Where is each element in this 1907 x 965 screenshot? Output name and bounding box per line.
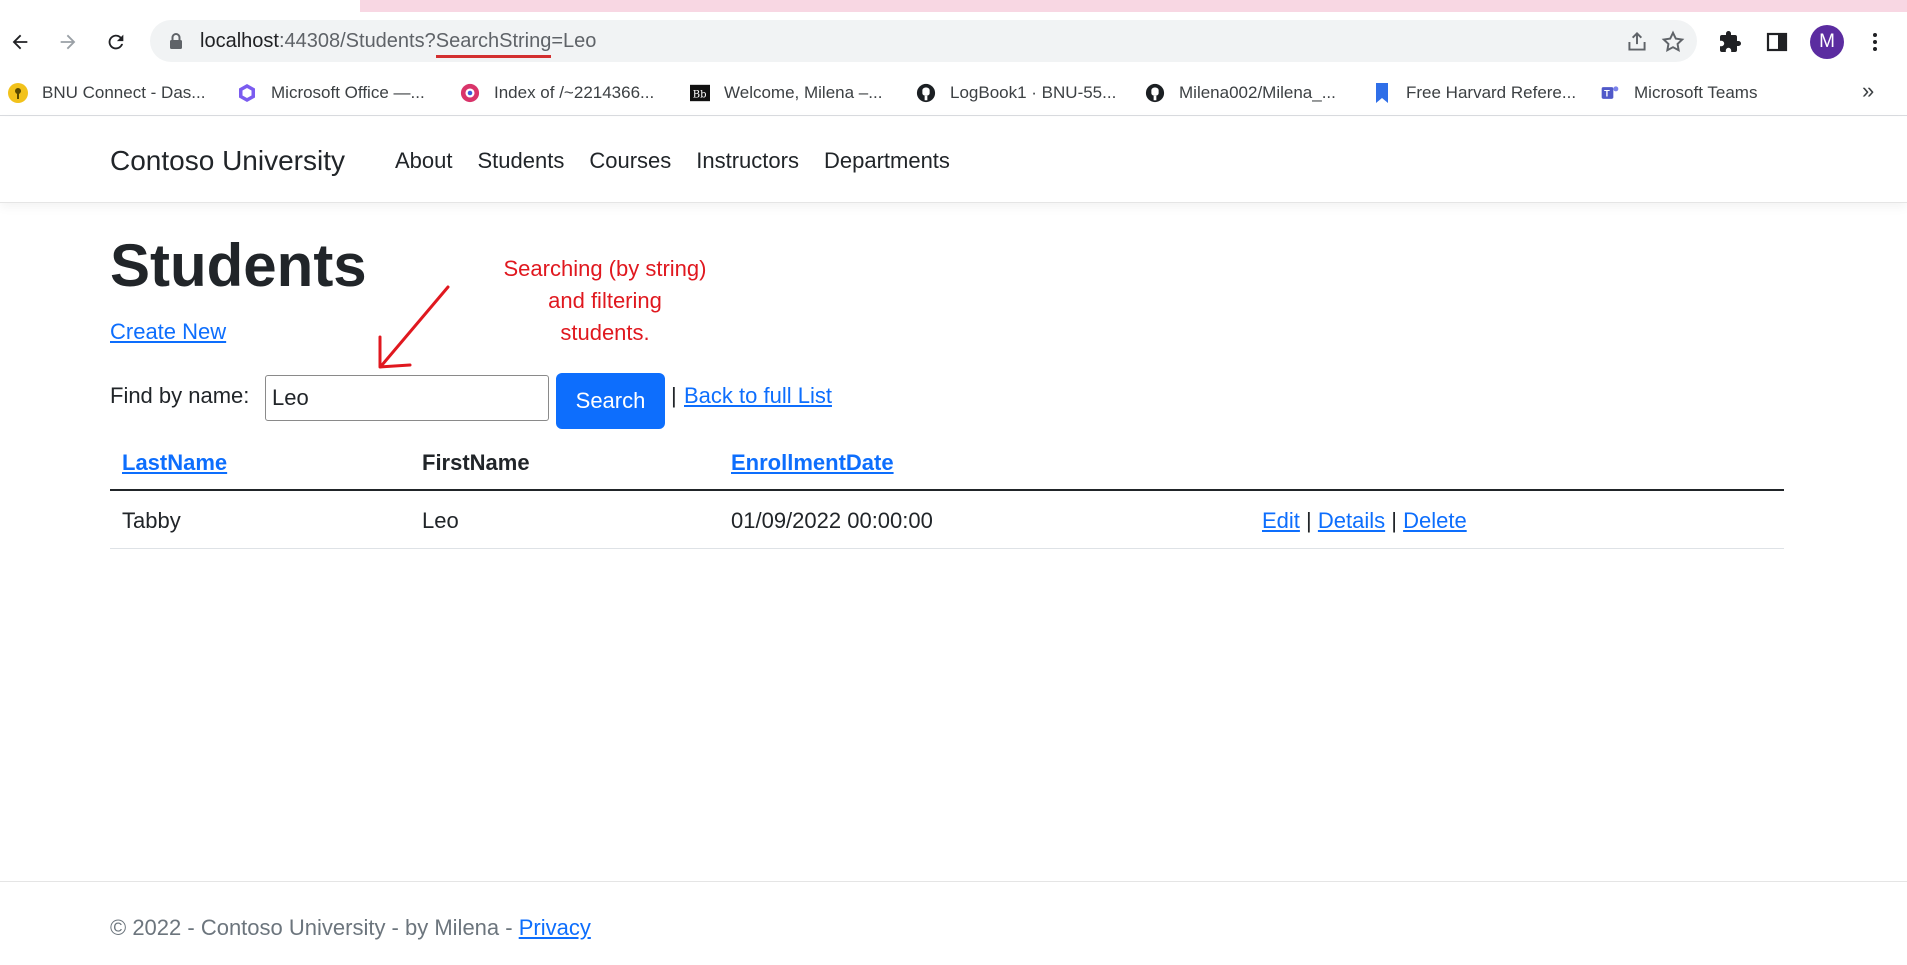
bookmarks-overflow-button[interactable]: » bbox=[1862, 78, 1874, 104]
annotation-line: Searching (by string) bbox=[503, 256, 707, 281]
annotation-line: students. bbox=[560, 320, 650, 345]
bookmark-bnu-connect[interactable]: BNU Connect - Das... bbox=[8, 82, 205, 104]
teams-icon: T bbox=[1600, 83, 1620, 103]
forward-arrow-icon[interactable] bbox=[52, 26, 84, 58]
tab-strip bbox=[0, 0, 1907, 14]
search-button[interactable]: Search bbox=[556, 373, 665, 429]
reload-icon[interactable] bbox=[100, 26, 132, 58]
annotation-line: and filtering bbox=[548, 288, 662, 313]
key-icon bbox=[8, 83, 28, 103]
svg-text:Bb: Bb bbox=[693, 90, 707, 101]
blackboard-icon: Bb bbox=[690, 83, 710, 103]
bookmark-microsoft-office[interactable]: Microsoft Office —... bbox=[237, 82, 425, 104]
side-panel-icon[interactable] bbox=[1762, 27, 1792, 57]
office-icon bbox=[237, 83, 257, 103]
details-link[interactable]: Details bbox=[1318, 508, 1385, 533]
nav-link-courses[interactable]: Courses bbox=[589, 148, 671, 174]
profile-avatar[interactable]: M bbox=[1810, 25, 1844, 59]
share-icon[interactable] bbox=[1624, 29, 1650, 55]
separator: | bbox=[671, 383, 677, 408]
bookmark-icon bbox=[1372, 83, 1392, 103]
nav-link-about[interactable]: About bbox=[395, 148, 453, 174]
url-param-underlined: SearchString bbox=[435, 30, 552, 52]
create-new-link[interactable]: Create New bbox=[110, 319, 226, 345]
bookmark-label: Milena002/Milena_... bbox=[1179, 83, 1336, 102]
bookmark-logbook1[interactable]: LogBook1 · BNU-55... bbox=[916, 82, 1116, 104]
cell-enrollmentdate: 01/09/2022 00:00:00 bbox=[731, 508, 933, 533]
annotation-arrow-icon bbox=[378, 285, 450, 369]
annotation-note: Searching (by string) and filtering stud… bbox=[470, 253, 740, 349]
site-navbar: Contoso University About Students Course… bbox=[0, 117, 1907, 203]
github-icon bbox=[916, 83, 936, 103]
column-header-firstname: FirstName bbox=[422, 450, 530, 475]
bookmark-label: LogBook1 · BNU-55... bbox=[950, 83, 1117, 102]
page-title: Students bbox=[110, 232, 367, 299]
action-separator: | bbox=[1391, 508, 1397, 533]
url-text[interactable]: localhost:44308/Students?SearchString=Le… bbox=[200, 30, 596, 53]
url-host: localhost bbox=[200, 30, 279, 52]
cell-firstname: Leo bbox=[422, 508, 459, 533]
nav-link-instructors[interactable]: Instructors bbox=[696, 148, 799, 174]
site-footer: © 2022 - Contoso University - by Milena … bbox=[0, 881, 1907, 965]
search-input[interactable] bbox=[265, 375, 549, 421]
privacy-link[interactable]: Privacy bbox=[519, 915, 591, 940]
action-separator: | bbox=[1306, 508, 1312, 533]
bookmark-index-of[interactable]: Index of /~2214366... bbox=[460, 82, 654, 104]
row-actions: Edit | Details | Delete bbox=[1262, 508, 1467, 534]
active-tab[interactable] bbox=[360, 0, 1907, 12]
column-header-enrollmentdate[interactable]: EnrollmentDate bbox=[731, 450, 894, 476]
bookmark-label: Index of /~2214366... bbox=[494, 83, 655, 102]
back-arrow-icon[interactable] bbox=[4, 26, 36, 58]
table-header-row: LastName FirstName EnrollmentDate bbox=[110, 433, 1784, 491]
svg-text:T: T bbox=[1604, 88, 1610, 98]
bookmark-label: BNU Connect - Das... bbox=[42, 83, 206, 102]
address-bar[interactable]: localhost:44308/Students?SearchString=Le… bbox=[150, 20, 1697, 62]
footer-text: © 2022 - Contoso University - by Milena … bbox=[110, 915, 591, 941]
bookmark-microsoft-teams[interactable]: T Microsoft Teams bbox=[1600, 82, 1757, 104]
nav-link-students[interactable]: Students bbox=[478, 148, 565, 174]
browser-toolbar: localhost:44308/Students?SearchString=Le… bbox=[0, 14, 1907, 70]
bookmark-label: Microsoft Office —... bbox=[271, 83, 425, 102]
lock-icon[interactable] bbox=[168, 32, 184, 50]
back-to-full-list-link[interactable]: Back to full List bbox=[684, 383, 832, 409]
bookmark-free-harvard[interactable]: Free Harvard Refere... bbox=[1372, 82, 1576, 104]
url-value: =Leo bbox=[551, 30, 597, 52]
edit-link[interactable]: Edit bbox=[1262, 508, 1300, 533]
bookmark-welcome-milena[interactable]: Bb Welcome, Milena –... bbox=[690, 82, 882, 104]
table-row: Tabby Leo 01/09/2022 00:00:00 Edit | Det… bbox=[110, 491, 1784, 549]
delete-link[interactable]: Delete bbox=[1403, 508, 1467, 533]
column-header-lastname[interactable]: LastName bbox=[122, 450, 227, 476]
nav-links: About Students Courses Instructors Depar… bbox=[395, 148, 950, 174]
web-page: Contoso University About Students Course… bbox=[0, 117, 1907, 965]
nav-link-departments[interactable]: Departments bbox=[824, 148, 950, 174]
bookmark-label: Free Harvard Refere... bbox=[1406, 83, 1577, 102]
globe-icon bbox=[460, 83, 480, 103]
extensions-icon[interactable] bbox=[1715, 27, 1745, 57]
github-icon bbox=[1145, 83, 1165, 103]
url-path: :44308/Students? bbox=[278, 30, 436, 52]
copyright-text: © 2022 - Contoso University - by Milena … bbox=[110, 915, 519, 940]
find-by-name-label: Find by name: bbox=[110, 383, 250, 408]
bookmark-label: Microsoft Teams bbox=[1634, 83, 1758, 102]
kebab-menu-icon[interactable] bbox=[1860, 27, 1890, 57]
site-brand[interactable]: Contoso University bbox=[110, 145, 345, 177]
bookmark-milena002[interactable]: Milena002/Milena_... bbox=[1145, 82, 1336, 104]
bookmark-label: Welcome, Milena –... bbox=[724, 83, 883, 102]
star-icon[interactable] bbox=[1660, 29, 1686, 55]
bookmarks-bar: BNU Connect - Das... Microsoft Office —.… bbox=[0, 70, 1907, 116]
cell-lastname: Tabby bbox=[122, 508, 181, 533]
